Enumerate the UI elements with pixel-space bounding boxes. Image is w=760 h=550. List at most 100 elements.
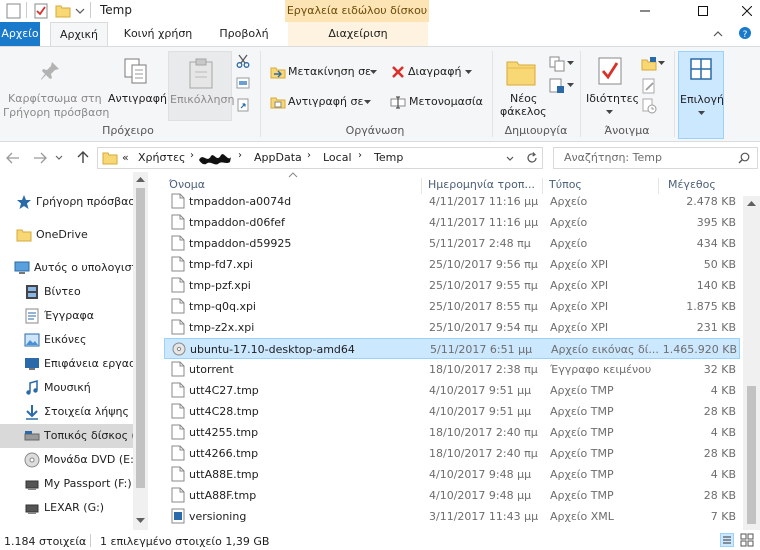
new-item-icon[interactable] <box>549 56 565 72</box>
file-row[interactable]: tmp-fd7.xpi 25/10/2017 9:56 πμ Αρχείο XPI 5… <box>164 254 740 275</box>
large-icons-view-icon[interactable] <box>740 533 754 547</box>
file-row[interactable]: ubuntu-17.10-desktop-amd64 5/11/2017 6:51… <box>164 338 740 359</box>
scroll-down-icon[interactable] <box>136 518 145 524</box>
forward-arrow-icon[interactable] <box>33 152 47 164</box>
cut-icon[interactable] <box>236 54 250 68</box>
file-row[interactable]: uttA88F.tmp 4/10/2017 9:48 μμ Αρχείο TMP 28… <box>164 485 740 506</box>
column-header-size[interactable]: Μέγεθος <box>668 178 716 191</box>
breadcrumb-temp[interactable]: Temp <box>374 151 403 164</box>
scroll-up-icon[interactable] <box>136 176 145 182</box>
file-row[interactable]: utt4255.tmp 18/10/2017 2:40 πμ Αρχείο TMP 4… <box>164 422 740 443</box>
minimize-icon <box>640 10 650 12</box>
open-icon[interactable] <box>641 56 657 72</box>
dropdown-arrow-icon[interactable] <box>567 83 574 88</box>
file-row[interactable]: utorrent 18/10/2017 2:38 πμ Έγγραφο κειμέν… <box>164 359 740 380</box>
tab-share[interactable]: Κοινή χρήση <box>116 22 200 46</box>
copy-to-button[interactable]: Αντιγραφή σε <box>266 91 380 113</box>
column-header-name[interactable]: Όνομα <box>169 178 205 191</box>
nav-item-my-passport[interactable]: My Passport (F:) <box>0 472 134 496</box>
file-row[interactable]: uttA88E.tmp 4/10/2017 9:48 μμ Αρχείο TMP 4 … <box>164 464 740 485</box>
file-row[interactable]: utt4C28.tmp 4/10/2017 9:51 μμ Αρχείο TMP 28… <box>164 401 740 422</box>
easy-access-icon[interactable] <box>549 78 565 94</box>
file-row[interactable]: tmpaddon-d06fef 4/11/2017 11:16 μμ Αρχείο 3… <box>164 212 740 233</box>
nav-item-onedrive[interactable]: OneDrive <box>0 223 134 247</box>
move-to-button[interactable]: Μετακίνηση σε <box>266 61 380 83</box>
nav-item-downloads[interactable]: Στοιχεία λήψης <box>0 400 134 424</box>
back-arrow-icon[interactable] <box>6 152 20 164</box>
nav-item-pictures[interactable]: Εικόνες <box>0 328 134 352</box>
nav-item-quick-access[interactable]: Γρήγορη πρόσβαση <box>0 190 134 214</box>
file-list-scrollbar-thumb[interactable] <box>747 386 756 524</box>
close-button[interactable] <box>724 0 760 22</box>
breadcrumb-overflow[interactable]: « <box>122 151 129 164</box>
copy-button[interactable]: Αντιγραφή <box>106 47 167 122</box>
address-dropdown-icon[interactable] <box>506 156 514 162</box>
dropdown-arrow-icon <box>370 70 377 74</box>
tab-home[interactable]: Αρχική <box>50 22 108 46</box>
file-row[interactable]: tmpaddon-a0074d 4/11/2017 11:16 μμ Αρχείο 2… <box>164 191 740 212</box>
customize-quick-access-icon[interactable] <box>75 7 85 15</box>
breadcrumb-users[interactable]: Χρήστες <box>138 151 186 164</box>
nav-item-this-pc[interactable]: Αυτός ο υπολογιστής <box>0 256 134 280</box>
up-arrow-icon[interactable] <box>77 150 89 164</box>
search-box[interactable]: Αναζήτηση: Temp <box>553 147 758 169</box>
rename-button[interactable]: Μετονομασία <box>386 91 486 113</box>
address-bar[interactable]: « Χρήστες › › AppData › Local › Temp <box>97 147 543 169</box>
breadcrumb-local[interactable]: Local <box>323 151 352 164</box>
properties-icon[interactable] <box>33 3 49 19</box>
folder-icon <box>102 152 118 165</box>
file-size: 28 KB <box>703 405 736 418</box>
nav-item-desktop[interactable]: Επιφάνεια εργασίας <box>0 352 134 376</box>
scroll-up-icon[interactable] <box>747 200 756 206</box>
column-header-date[interactable]: Ημερομηνία τροπ... <box>428 178 535 191</box>
file-date: 4/10/2017 9:48 μμ <box>429 489 532 502</box>
select-button[interactable]: Επιλογή <box>678 51 724 139</box>
tab-manage[interactable]: Διαχείριση <box>288 22 428 46</box>
refresh-icon[interactable] <box>526 152 538 164</box>
nav-item-documents[interactable]: Έγγραφα <box>0 304 134 328</box>
search-icon[interactable] <box>738 152 750 164</box>
nav-item-music[interactable]: Μουσική <box>0 376 134 400</box>
properties-button[interactable]: Ιδιότητες <box>584 47 639 122</box>
tab-file[interactable]: Αρχείο <box>0 22 40 46</box>
column-header-type[interactable]: Τύπος <box>549 178 582 191</box>
new-folder-icon[interactable] <box>55 3 71 19</box>
recent-locations-icon[interactable] <box>55 155 63 161</box>
pin-quick-access-button[interactable]: Καρφίτσωμα στη Γρήγορη πρόσβαση <box>0 47 109 122</box>
dropdown-arrow-icon[interactable] <box>567 61 574 66</box>
history-icon[interactable] <box>641 98 657 114</box>
paste-shortcut-icon[interactable] <box>236 98 250 112</box>
breadcrumb-appdata[interactable]: AppData <box>254 151 302 164</box>
tab-view[interactable]: Προβολή <box>208 22 280 46</box>
file-row[interactable]: utt4C27.tmp 4/10/2017 9:51 μμ Αρχείο TMP 4 … <box>164 380 740 401</box>
nav-scrollbar-thumb[interactable] <box>136 188 145 488</box>
file-row[interactable]: tmp-pzf.xpi 25/10/2017 9:55 πμ Αρχείο XPI 1… <box>164 275 740 296</box>
file-row[interactable]: utt4266.tmp 18/10/2017 2:40 πμ Αρχείο TMP 2… <box>164 443 740 464</box>
nav-label: Γρήγορη πρόσβαση <box>36 195 134 208</box>
help-icon[interactable]: ? <box>738 26 752 40</box>
file-row[interactable]: tmpaddon-d59925 5/11/2017 2:48 πμ Αρχείο 43… <box>164 233 740 254</box>
paste-button[interactable]: Επικόλληση <box>168 51 234 121</box>
new-folder-button[interactable]: Νέος φάκελος <box>496 47 547 122</box>
details-view-icon[interactable] <box>720 533 734 547</box>
nav-item-videos[interactable]: Βίντεο <box>0 280 134 304</box>
dropdown-arrow-icon[interactable] <box>658 61 665 66</box>
file-row[interactable]: tmp-z2x.xpi 25/10/2017 9:54 πμ Αρχείο XPI 2… <box>164 317 740 338</box>
nav-scrollbar[interactable] <box>133 172 148 530</box>
folder-icon[interactable] <box>6 3 22 19</box>
nav-item-lexar[interactable]: LEXAR (G:) <box>0 496 134 520</box>
divider <box>580 51 581 137</box>
nav-item-dvd[interactable]: Μονάδα DVD (E:) <box>0 448 134 472</box>
nav-item-local-disk[interactable]: Τοπικός δίσκος (C:) <box>0 424 134 448</box>
maximize-button[interactable] <box>680 0 726 22</box>
minimize-button[interactable] <box>622 0 668 22</box>
minimize-ribbon-icon[interactable] <box>713 30 723 38</box>
delete-button[interactable]: Διαγραφή <box>386 61 476 83</box>
file-icon <box>171 214 185 230</box>
file-list-scrollbar[interactable] <box>743 196 760 530</box>
copy-path-icon[interactable] <box>236 76 250 90</box>
file-row[interactable]: versioning 3/11/2017 11:43 μμ Αρχείο XML 7 … <box>164 506 740 527</box>
file-row[interactable]: tmp-q0q.xpi 25/10/2017 8:55 πμ Αρχείο XPI 1… <box>164 296 740 317</box>
file-icon <box>171 403 185 419</box>
edit-icon[interactable] <box>641 78 657 94</box>
